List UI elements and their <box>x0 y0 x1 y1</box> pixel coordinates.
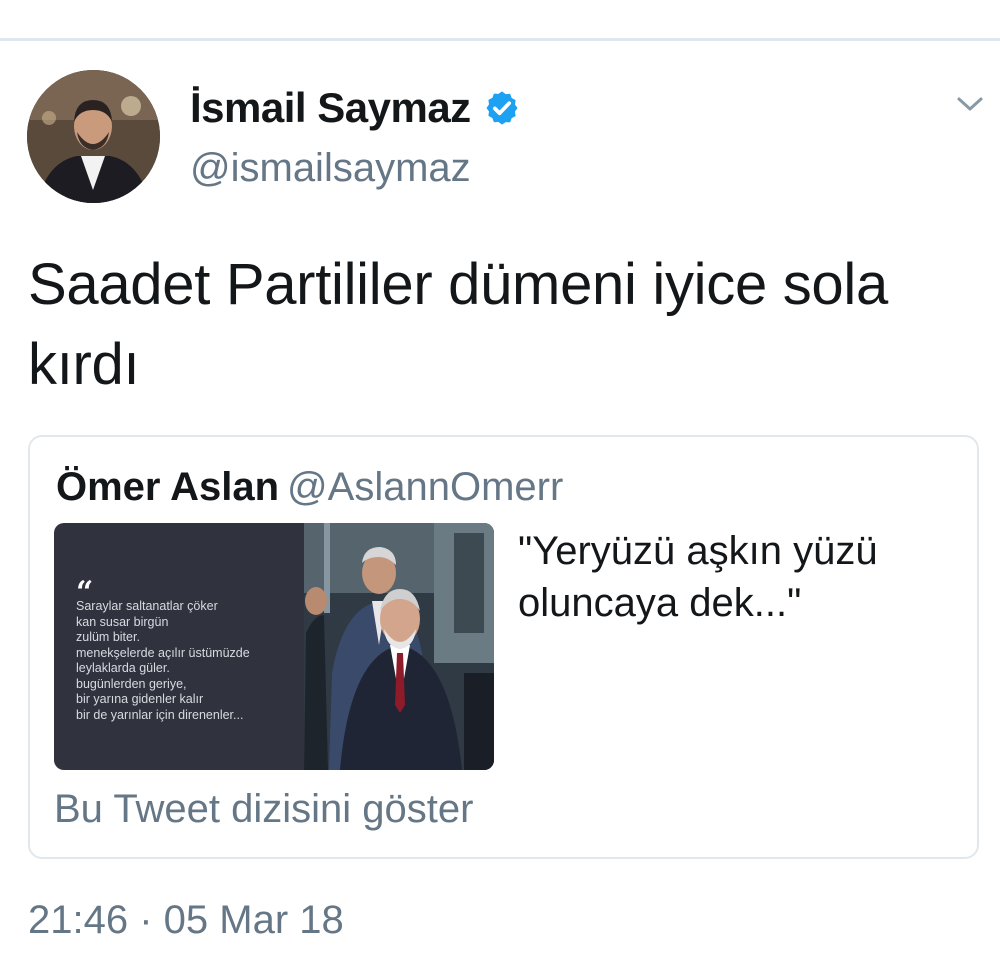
image-poem-text: Saraylar saltanatlar çöker kan susar bir… <box>76 599 250 722</box>
author-handle[interactable]: @ismailsaymaz <box>190 146 471 191</box>
top-divider <box>0 38 1000 41</box>
quoted-author-handle: @AslannOmerr <box>287 465 564 509</box>
avatar[interactable] <box>27 70 160 203</box>
chevron-down-icon[interactable] <box>955 92 985 116</box>
quoted-tweet-card[interactable]: Ömer Aslan @AslannOmerr “ Saraylar saltan… <box>28 435 979 859</box>
avatar-photo <box>27 70 160 203</box>
quoted-tweet-text: "Yeryüzü aşkın yüzü oluncaya dek..." <box>518 529 878 625</box>
tweet-timestamp[interactable]: 21:46 · 05 Mar 18 <box>28 898 344 943</box>
show-thread-link[interactable]: Bu Tweet dizisini göster <box>54 787 473 832</box>
image-photo <box>304 523 494 770</box>
quoted-tweet-image[interactable]: “ Saraylar saltanatlar çöker kan susar b… <box>54 523 494 770</box>
verified-badge-icon <box>486 91 518 125</box>
author-display-name[interactable]: İsmail Saymaz <box>190 84 471 132</box>
tweet-text: Saadet Partililer dümeni iyice sola kırd… <box>28 252 888 397</box>
author-display-name-row[interactable]: İsmail Saymaz <box>190 84 521 132</box>
quoted-author-name: Ömer Aslan <box>56 465 280 509</box>
quoted-tweet-header: Ömer Aslan @AslannOmerr <box>56 465 563 510</box>
